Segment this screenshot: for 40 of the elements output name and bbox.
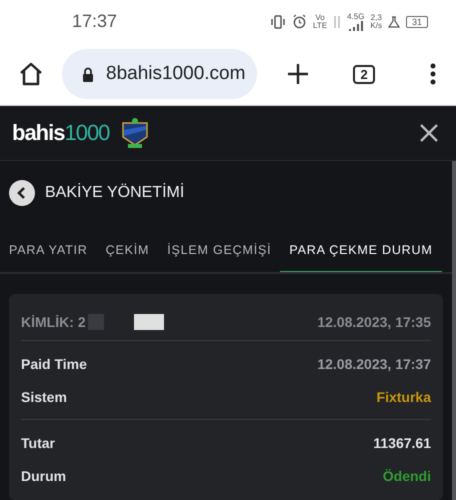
url-text: 8bahis1000.com <box>106 63 246 86</box>
speed-value: 2,3 <box>370 14 382 22</box>
vibrate-icon <box>270 14 286 29</box>
field-label: Tutar <box>21 434 55 450</box>
id-label: KİMLİK: <box>21 314 74 330</box>
field-value: 12.08.2023, 17:37 <box>317 356 431 372</box>
lock-icon <box>82 66 94 82</box>
tab[interactable]: İŞLEM GEÇMİŞİ <box>158 229 280 272</box>
battery-indicator: 31 <box>406 16 428 28</box>
alarm-icon <box>292 14 307 30</box>
field-value: 11367.61 <box>373 434 431 450</box>
volte-label: Vo <box>315 14 325 22</box>
field-value: Ödendi <box>382 468 431 484</box>
page-title: BAKİYE YÖNETİMİ <box>45 184 184 202</box>
site-logo[interactable]: bahis1000 <box>12 120 110 146</box>
network-label: 4.5G <box>347 12 364 21</box>
signal-icon <box>348 20 364 31</box>
home-icon[interactable] <box>18 62 44 86</box>
field-value: Fixturka <box>376 388 431 404</box>
tab[interactable]: PARA ÇEKME DURUM <box>280 229 442 272</box>
field-label: Sistem <box>21 388 67 404</box>
shield-emblem-icon <box>121 118 150 148</box>
plus-icon[interactable] <box>287 63 310 86</box>
more-icon[interactable] <box>430 63 436 86</box>
close-icon[interactable] <box>420 124 438 142</box>
tab[interactable]: ÇEKİM <box>96 229 158 272</box>
redaction-mark <box>134 314 164 330</box>
redaction-mark <box>88 314 104 330</box>
volte-label: LTE <box>313 22 328 30</box>
address-bar[interactable]: 8bahis1000.com <box>62 49 258 100</box>
speed-unit: K/s <box>370 22 382 30</box>
field-label: Paid Time <box>21 356 87 372</box>
status-time: 17:37 <box>72 11 118 32</box>
id-value: 2 <box>78 314 86 330</box>
back-icon[interactable] <box>9 180 35 206</box>
field-label: Durum <box>21 468 66 484</box>
tab-count-button[interactable]: 2 <box>353 64 375 84</box>
tab[interactable]: PARA YATIR <box>0 229 97 272</box>
created-time: 12.08.2023, 17:35 <box>317 314 431 330</box>
flask-icon <box>388 16 400 28</box>
